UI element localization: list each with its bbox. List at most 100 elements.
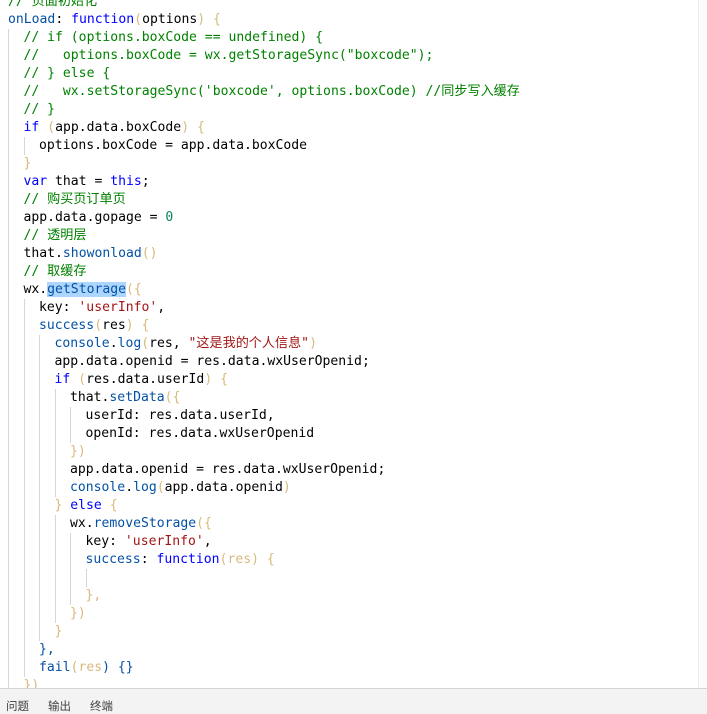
tab-output[interactable]: 输出: [48, 698, 71, 714]
code-line[interactable]: app.data.gopage = 0: [0, 209, 707, 227]
code-token: // }: [23, 102, 56, 117]
code-line[interactable]: key: 'userInfo',: [0, 533, 707, 551]
tab-problems[interactable]: 问题: [6, 698, 29, 714]
code-line[interactable]: // } else {: [0, 65, 707, 83]
code-token: },: [85, 588, 102, 603]
code-line[interactable]: options.boxCode = app.data.boxCode: [0, 137, 707, 155]
editor-scrollbar[interactable]: [698, 0, 707, 688]
code-line[interactable]: if (app.data.boxCode) {: [0, 119, 707, 137]
code-line[interactable]: }: [0, 155, 707, 173]
code-token: success: [39, 318, 95, 333]
code-token: // options.boxCode = wx.getStorageSync("…: [23, 48, 434, 63]
code-line[interactable]: app.data.openid = res.data.wxUserOpenid;: [0, 461, 707, 479]
indent-guide: [8, 479, 24, 497]
code-line[interactable]: // wx.setStorageSync('boxcode', options.…: [0, 83, 707, 101]
code-line[interactable]: openId: res.data.wxUserOpenid: [0, 425, 707, 443]
code-line[interactable]: } else {: [0, 497, 707, 515]
indent-guide: [23, 641, 40, 659]
indent-guide: [8, 353, 24, 371]
indent-guide: [23, 371, 40, 389]
code-line[interactable]: // options.boxCode = wx.getStorageSync("…: [0, 47, 707, 65]
code-token: ;: [141, 174, 150, 189]
indent-guide: [23, 623, 40, 641]
indent-guide: [23, 497, 40, 515]
code-token: ): [309, 336, 317, 351]
code-token: (: [134, 12, 143, 27]
code-token: options: [142, 12, 198, 27]
indent-guide: [23, 461, 40, 479]
indent-guide: [23, 533, 40, 551]
indent-guide: [8, 443, 24, 461]
code-line[interactable]: key: 'userInfo',: [0, 299, 707, 317]
code-line[interactable]: }: [0, 623, 707, 641]
code-line[interactable]: wx.getStorage({: [0, 281, 707, 299]
indent-guide: [8, 83, 24, 101]
indent-guide: [23, 137, 40, 155]
indent-guide: [54, 479, 71, 497]
code-line[interactable]: fail(res) {}: [0, 659, 707, 677]
code-line[interactable]: // 页面初始化: [0, 0, 707, 11]
code-line[interactable]: },: [0, 641, 707, 659]
code-token: // 透明层: [23, 228, 87, 243]
indent-guide: [54, 443, 71, 461]
indent-guide: [54, 569, 71, 587]
code-line[interactable]: var that = this;: [0, 173, 707, 191]
code-token: setData: [109, 390, 165, 405]
indent-guide: [23, 515, 40, 533]
indent-guide: [70, 569, 86, 587]
code-line[interactable]: // if (options.boxCode == undefined) {: [0, 29, 707, 47]
code-line[interactable]: that.setData({: [0, 389, 707, 407]
indent-guide: [8, 641, 24, 659]
code-line[interactable]: success(res) {: [0, 317, 707, 335]
code-token: that.: [23, 246, 63, 261]
code-token: if: [54, 372, 71, 387]
code-line[interactable]: // }: [0, 101, 707, 119]
indent-guide: [23, 425, 40, 443]
code-token: that =: [47, 174, 111, 189]
code-line[interactable]: console.log(app.data.openid): [0, 479, 707, 497]
code-line[interactable]: },: [0, 587, 707, 605]
code-line[interactable]: console.log(res, "这是我的个人信息"): [0, 335, 707, 353]
code-token: (: [156, 480, 165, 495]
code-token: }): [70, 606, 86, 621]
code-line[interactable]: // 透明层: [0, 227, 707, 245]
code-token: removeStorage: [93, 516, 197, 531]
code-lines: // 页面初始化 onLoad: function(options) {// if…: [0, 0, 707, 688]
code-editor[interactable]: // 页面初始化 onLoad: function(options) {// if…: [0, 0, 707, 688]
code-line[interactable]: }): [0, 605, 707, 623]
indent-guide: [39, 515, 55, 533]
code-token: log: [117, 336, 142, 351]
code-token: // } else {: [23, 66, 111, 81]
indent-guide: [54, 587, 71, 605]
code-line[interactable]: }): [0, 677, 707, 688]
indent-guide: [39, 551, 55, 569]
code-token: ({: [164, 390, 181, 405]
indent-guide: [8, 335, 24, 353]
code-line[interactable]: userId: res.data.userId,: [0, 407, 707, 425]
indent-guide: [70, 551, 86, 569]
indent-guide: [23, 407, 40, 425]
code-token: ) {: [181, 120, 205, 135]
indent-guide: [70, 425, 86, 443]
tab-terminal[interactable]: 终端: [90, 698, 113, 714]
indent-guide: [8, 677, 24, 688]
indent-guide: [54, 515, 71, 533]
code-line[interactable]: }): [0, 443, 707, 461]
code-line[interactable]: if (res.data.userId) {: [0, 371, 707, 389]
indent-guide: [39, 623, 55, 641]
code-line[interactable]: [0, 569, 707, 587]
code-token: ) {}: [102, 660, 134, 675]
code-line[interactable]: // 取缓存: [0, 263, 707, 281]
code-line[interactable]: // 购买页订单页: [0, 191, 707, 209]
indent-guide: [39, 605, 55, 623]
code-line[interactable]: wx.removeStorage({: [0, 515, 707, 533]
code-line[interactable]: success: function(res) {: [0, 551, 707, 569]
indent-guide: [8, 209, 24, 227]
code-token: else: [62, 498, 110, 513]
code-line[interactable]: app.data.openid = res.data.wxUserOpenid;: [0, 353, 707, 371]
code-token: 0: [165, 210, 174, 225]
code-line[interactable]: onLoad: function(options) {: [0, 11, 707, 29]
code-token: ,: [203, 534, 212, 549]
indent-guide: [39, 569, 55, 587]
code-line[interactable]: that.showonload(): [0, 245, 707, 263]
